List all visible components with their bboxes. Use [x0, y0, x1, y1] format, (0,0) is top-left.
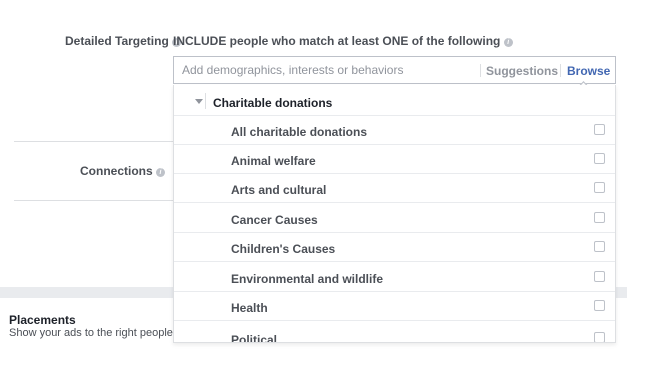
list-item[interactable]: Children's Causes: [174, 233, 615, 262]
list-item[interactable]: Arts and cultural: [174, 174, 615, 203]
list-item[interactable]: Health: [174, 292, 615, 321]
checkbox[interactable]: [594, 271, 605, 282]
list-item[interactable]: All charitable donations: [174, 116, 615, 145]
list-item[interactable]: Environmental and wildlife: [174, 263, 615, 292]
list-item[interactable]: Animal welfare: [174, 145, 615, 174]
browse-link[interactable]: Browse: [567, 64, 610, 78]
checkbox[interactable]: [594, 332, 605, 342]
list-item-label: Environmental and wildlife: [231, 272, 384, 286]
list-item-label: All charitable donations: [231, 125, 368, 139]
list-item-label: Children's Causes: [231, 242, 336, 256]
checkbox[interactable]: [594, 300, 605, 311]
placements-title: Placements: [9, 313, 76, 327]
list-item-label: Political: [231, 333, 278, 343]
connections-label: Connections: [80, 164, 153, 178]
placements-section: Placements Show your ads to the right pe…: [9, 313, 173, 339]
divider: [560, 64, 561, 77]
list-item-label: Animal welfare: [231, 154, 316, 168]
placements-subtitle: Show your ads to the right people: [9, 327, 173, 339]
list-item-label: Health: [231, 301, 268, 315]
checkbox[interactable]: [594, 212, 605, 223]
browse-dropdown: Charitable donations All charitable dona…: [173, 85, 616, 343]
list-item[interactable]: Political: [174, 324, 615, 343]
divider: [480, 64, 481, 77]
info-icon[interactable]: i: [503, 38, 513, 47]
category-row-charitable-donations[interactable]: Charitable donations: [174, 87, 615, 116]
search-input[interactable]: [174, 57, 482, 83]
detailed-targeting-search[interactable]: Suggestions Browse: [173, 56, 616, 94]
include-text-group: INCLUDE people who match at least ONE of…: [173, 34, 513, 48]
list-item-label: Cancer Causes: [231, 213, 318, 227]
category-label: Charitable donations: [213, 96, 333, 110]
connections-label-group: Connections i: [80, 164, 166, 178]
checkbox[interactable]: [594, 182, 605, 193]
list-item-label: Arts and cultural: [231, 183, 327, 197]
divider: [205, 93, 206, 109]
checkbox[interactable]: [594, 153, 605, 164]
info-icon[interactable]: i: [156, 168, 166, 177]
checkbox[interactable]: [594, 124, 605, 135]
checkbox[interactable]: [594, 241, 605, 252]
triangle-down-icon[interactable]: [195, 99, 203, 104]
include-text: INCLUDE people who match at least ONE of…: [173, 34, 501, 48]
detailed-targeting-label: Detailed Targeting: [65, 34, 169, 48]
list-item[interactable]: Cancer Causes: [174, 204, 615, 233]
divider: [14, 200, 174, 201]
divider: [14, 141, 174, 142]
detailed-targeting-label-group: Detailed Targeting i: [65, 34, 182, 48]
suggestions-link[interactable]: Suggestions: [486, 64, 558, 78]
